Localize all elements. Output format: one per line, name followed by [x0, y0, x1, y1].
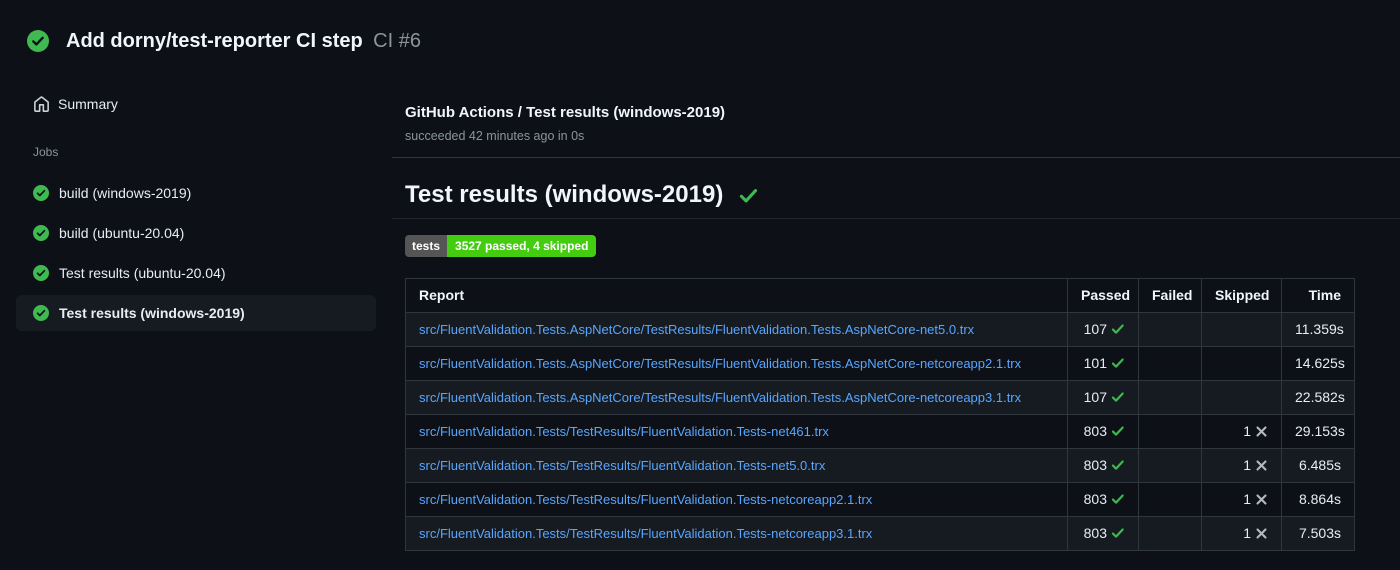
table-row: src/FluentValidation.Tests/TestResults/F…: [405, 516, 1355, 551]
report-cell: src/FluentValidation.Tests/TestResults/F…: [405, 448, 1068, 483]
report-link[interactable]: src/FluentValidation.Tests.AspNetCore/Te…: [419, 356, 1021, 371]
time-cell: 29.153s: [1281, 414, 1355, 449]
skipped-cell: 1: [1201, 482, 1282, 517]
passed-check-icon: [1111, 322, 1125, 336]
col-header-report: Report: [405, 278, 1068, 313]
table-row: src/FluentValidation.Tests/TestResults/F…: [405, 448, 1355, 483]
failed-cell: [1138, 448, 1202, 483]
run-header: Add dorny/test-reporter CI step CI #6: [0, 0, 1400, 75]
report-link[interactable]: src/FluentValidation.Tests/TestResults/F…: [419, 458, 825, 473]
report-heading: Test results (windows-2019): [392, 180, 1400, 219]
job-success-check-circle-icon: [33, 185, 49, 201]
skipped-x-icon: [1255, 459, 1268, 472]
sidebar: Summary Jobs build (windows-2019) build …: [0, 75, 392, 335]
report-link[interactable]: src/FluentValidation.Tests/TestResults/F…: [419, 424, 829, 439]
job-label: Test results (windows-2019): [59, 305, 245, 321]
sidebar-job-item[interactable]: build (windows-2019): [16, 175, 376, 211]
report-cell: src/FluentValidation.Tests/TestResults/F…: [405, 414, 1068, 449]
report-cell: src/FluentValidation.Tests.AspNetCore/Te…: [405, 380, 1068, 415]
passed-check-icon: [1111, 390, 1125, 404]
report-cell: src/FluentValidation.Tests/TestResults/F…: [405, 482, 1068, 517]
tests-badge: tests 3527 passed, 4 skipped: [405, 235, 597, 257]
home-icon: [33, 95, 50, 113]
col-header-passed: Passed: [1067, 278, 1139, 313]
time-cell: 6.485s: [1281, 448, 1355, 483]
skipped-cell: 1: [1201, 448, 1282, 483]
skipped-x-icon: [1255, 527, 1268, 540]
run-title: Add dorny/test-reporter CI step: [66, 30, 363, 52]
skipped-cell: [1201, 380, 1282, 415]
check-run-page: Add dorny/test-reporter CI step CI #6 Su…: [0, 0, 1400, 570]
results-table: Report Passed Failed Skipped Time src/Fl…: [405, 278, 1355, 551]
skipped-cell: 1: [1201, 516, 1282, 551]
job-label: build (ubuntu-20.04): [59, 225, 185, 241]
failed-cell: [1138, 312, 1202, 347]
col-header-failed: Failed: [1138, 278, 1202, 313]
check-suite-title: GitHub Actions / Test results (windows-2…: [405, 104, 726, 121]
failed-cell: [1138, 516, 1202, 551]
main-content: GitHub Actions / Test results (windows-2…: [392, 75, 1400, 551]
time-cell: 7.503s: [1281, 516, 1355, 551]
jobs-list: build (windows-2019) build (ubuntu-20.04…: [0, 175, 392, 331]
failed-cell: [1138, 346, 1202, 381]
job-success-check-circle-icon: [33, 305, 49, 321]
table-header-row: Report Passed Failed Skipped Time: [405, 278, 1355, 313]
failed-cell: [1138, 482, 1202, 517]
job-success-check-circle-icon: [33, 225, 49, 241]
jobs-section-label: Jobs: [33, 145, 59, 159]
passed-check-icon: [1111, 526, 1125, 540]
passed-check-icon: [1111, 492, 1125, 506]
skipped-x-icon: [1255, 425, 1268, 438]
skipped-cell: [1201, 346, 1282, 381]
failed-cell: [1138, 380, 1202, 415]
passed-cell: 803: [1067, 482, 1139, 517]
report-link[interactable]: src/FluentValidation.Tests.AspNetCore/Te…: [419, 390, 1021, 405]
run-success-check-circle-icon: [27, 30, 49, 52]
run-number: CI #6: [373, 30, 421, 52]
table-row: src/FluentValidation.Tests/TestResults/F…: [405, 414, 1355, 449]
skipped-cell: [1201, 312, 1282, 347]
report-cell: src/FluentValidation.Tests.AspNetCore/Te…: [405, 312, 1068, 347]
passed-cell: 101: [1067, 346, 1139, 381]
job-label: build (windows-2019): [59, 185, 192, 201]
sidebar-job-item[interactable]: build (ubuntu-20.04): [16, 215, 376, 251]
skipped-x-icon: [1255, 493, 1268, 506]
time-cell: 11.359s: [1281, 312, 1355, 347]
passed-check-icon: [1111, 424, 1125, 438]
passed-cell: 803: [1067, 414, 1139, 449]
job-success-check-circle-icon: [33, 265, 49, 281]
table-row: src/FluentValidation.Tests/TestResults/F…: [405, 482, 1355, 517]
passed-check-icon: [1111, 356, 1125, 370]
sidebar-item-summary[interactable]: Summary: [0, 89, 392, 119]
report-link[interactable]: src/FluentValidation.Tests/TestResults/F…: [419, 492, 872, 507]
table-row: src/FluentValidation.Tests.AspNetCore/Te…: [405, 312, 1355, 347]
passed-check-icon: [1111, 458, 1125, 472]
heading-check-icon: [739, 186, 758, 205]
job-label: Test results (ubuntu-20.04): [59, 265, 226, 281]
passed-cell: 107: [1067, 380, 1139, 415]
table-row: src/FluentValidation.Tests.AspNetCore/Te…: [405, 380, 1355, 415]
time-cell: 8.864s: [1281, 482, 1355, 517]
passed-cell: 803: [1067, 516, 1139, 551]
badge-label: tests: [405, 235, 448, 257]
passed-cell: 107: [1067, 312, 1139, 347]
badge-value: 3527 passed, 4 skipped: [447, 235, 597, 257]
report-link[interactable]: src/FluentValidation.Tests.AspNetCore/Te…: [419, 322, 974, 337]
sidebar-job-item[interactable]: Test results (ubuntu-20.04): [16, 255, 376, 291]
col-header-skipped: Skipped: [1201, 278, 1282, 313]
failed-cell: [1138, 414, 1202, 449]
time-cell: 22.582s: [1281, 380, 1355, 415]
report-cell: src/FluentValidation.Tests.AspNetCore/Te…: [405, 346, 1068, 381]
skipped-cell: 1: [1201, 414, 1282, 449]
summary-label: Summary: [58, 96, 118, 112]
table-row: src/FluentValidation.Tests.AspNetCore/Te…: [405, 346, 1355, 381]
col-header-time: Time: [1281, 278, 1355, 313]
report-link[interactable]: src/FluentValidation.Tests/TestResults/F…: [419, 526, 872, 541]
check-status-line: succeeded 42 minutes ago in 0s: [405, 129, 585, 143]
time-cell: 14.625s: [1281, 346, 1355, 381]
header-divider: [392, 157, 1400, 158]
sidebar-job-item[interactable]: Test results (windows-2019): [16, 295, 376, 331]
passed-cell: 803: [1067, 448, 1139, 483]
report-cell: src/FluentValidation.Tests/TestResults/F…: [405, 516, 1068, 551]
